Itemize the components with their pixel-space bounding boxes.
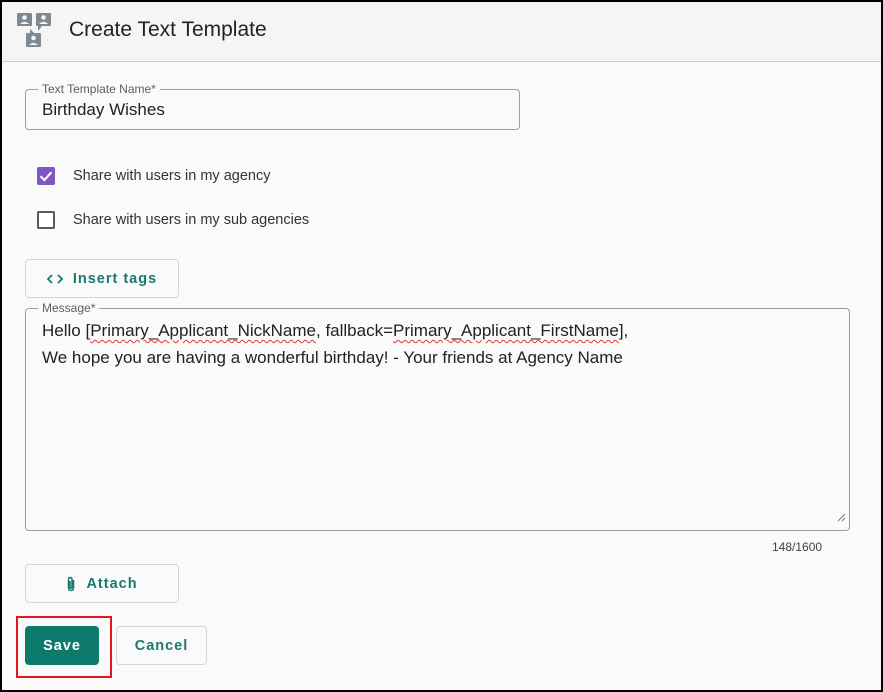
template-name-value[interactable]: Birthday Wishes — [42, 100, 165, 120]
share-sub-agencies-label: Share with users in my sub agencies — [73, 212, 310, 228]
message-tag-firstname: Primary_Applicant_FirstName — [393, 321, 619, 340]
character-counter: 148/1600 — [772, 540, 823, 554]
contacts-chat-icon — [16, 12, 54, 50]
dialog-title: Create Text Template — [69, 18, 267, 41]
checkmark-icon — [39, 171, 53, 182]
dialog-header: Create Text Template — [2, 2, 881, 62]
cancel-button[interactable]: Cancel — [116, 626, 207, 665]
save-button[interactable]: Save — [25, 626, 99, 665]
insert-tags-button[interactable]: Insert tags — [25, 259, 179, 298]
template-name-field[interactable]: Text Template Name* Birthday Wishes — [25, 82, 520, 130]
cancel-label: Cancel — [134, 637, 189, 654]
message-line1-mid: , fallback= — [316, 321, 394, 340]
share-agency-label: Share with users in my agency — [73, 168, 271, 184]
template-name-label: Text Template Name* — [38, 82, 160, 96]
message-line1-suffix: ], — [618, 321, 629, 340]
message-text[interactable]: Hello [Primary_Applicant_NickName, fallb… — [42, 317, 628, 371]
insert-tags-label: Insert tags — [72, 270, 158, 287]
message-line2: We hope you are having a wonderful birth… — [42, 348, 623, 367]
resize-handle-icon[interactable] — [837, 509, 846, 527]
share-sub-agencies-checkbox[interactable] — [37, 211, 55, 229]
message-field[interactable]: Message* Hello [Primary_Applicant_NickNa… — [25, 301, 850, 531]
share-agency-checkbox[interactable] — [37, 167, 55, 185]
message-tag-nickname: Primary_Applicant_NickName — [90, 321, 316, 340]
attach-button[interactable]: Attach — [25, 564, 179, 603]
save-label: Save — [43, 637, 81, 654]
message-line1-prefix: Hello [ — [42, 321, 91, 340]
share-sub-agencies-row[interactable]: Share with users in my sub agencies — [37, 209, 309, 231]
attach-label: Attach — [86, 575, 138, 592]
code-brackets-icon — [46, 273, 63, 285]
paperclip-icon — [66, 576, 76, 592]
dialog-window: Create Text Template Text Template Name*… — [0, 0, 883, 692]
message-label: Message* — [38, 301, 100, 315]
share-agency-row[interactable]: Share with users in my agency — [37, 165, 270, 187]
